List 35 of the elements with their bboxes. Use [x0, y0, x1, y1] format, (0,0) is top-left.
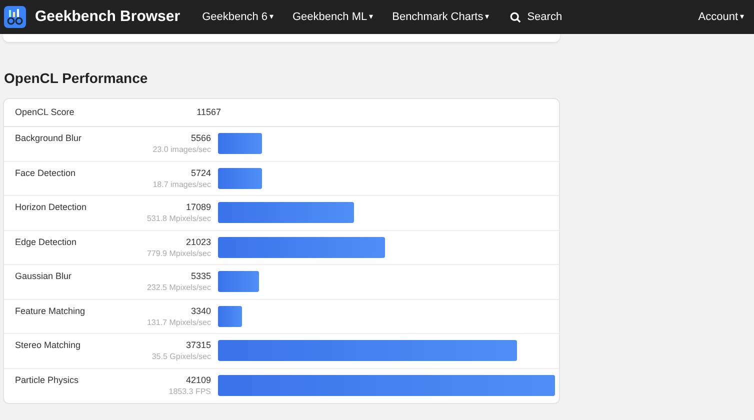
test-score: 21023 — [186, 236, 211, 248]
section-title: OpenCL Performance — [4, 69, 149, 88]
test-name: Edge Detection — [15, 236, 78, 249]
score-label: OpenCL Score — [15, 106, 76, 119]
test-name: Face Detection — [15, 166, 77, 180]
nav-menu[interactable]: Geekbench ML ▾ — [292, 8, 374, 26]
account-menu[interactable]: Account ▾ — [698, 8, 744, 26]
search-link[interactable]: Search — [510, 8, 562, 26]
test-name: Stereo Matching — [15, 339, 82, 352]
brand-name[interactable]: Geekbench Browser — [35, 6, 180, 28]
search-icon — [510, 12, 522, 22]
score-value: 11567 — [196, 106, 221, 119]
test-name: Feature Matching — [15, 304, 86, 318]
nav-menu[interactable]: Geekbench 6 ▾ — [202, 8, 274, 26]
test-rate: 779.9 Mpixels/sec — [146, 248, 211, 258]
test-score: 5724 — [190, 166, 211, 178]
test-rate: 232.5 Mpixels/sec — [146, 282, 211, 293]
test-rate: 23.0 images/sec — [152, 144, 211, 155]
test-rate: 531.8 Mpixels/sec — [146, 213, 211, 224]
test-rate: 131.7 Mpixels/sec — [146, 316, 211, 328]
test-score: 37315 — [186, 339, 211, 351]
test-score: 5566 — [190, 132, 211, 144]
test-score: 3340 — [190, 304, 211, 316]
test-name: Particle Physics — [15, 374, 80, 387]
test-rate: 1853.3 FPS — [168, 386, 211, 396]
test-name: Gaussian Blur — [15, 270, 73, 283]
nav-menu[interactable]: Benchmark Charts ▾ — [392, 8, 490, 26]
test-name: Horizon Detection — [15, 201, 88, 214]
logo-icon — [4, 6, 26, 28]
test-score: 17089 — [186, 201, 211, 213]
test-rate: 18.7 images/sec — [152, 178, 211, 190]
test-name: Background Blur — [15, 132, 83, 145]
test-rate: 35.5 Gpixels/sec — [152, 351, 211, 362]
test-score: 5335 — [190, 270, 211, 282]
test-score: 42109 — [186, 374, 211, 386]
